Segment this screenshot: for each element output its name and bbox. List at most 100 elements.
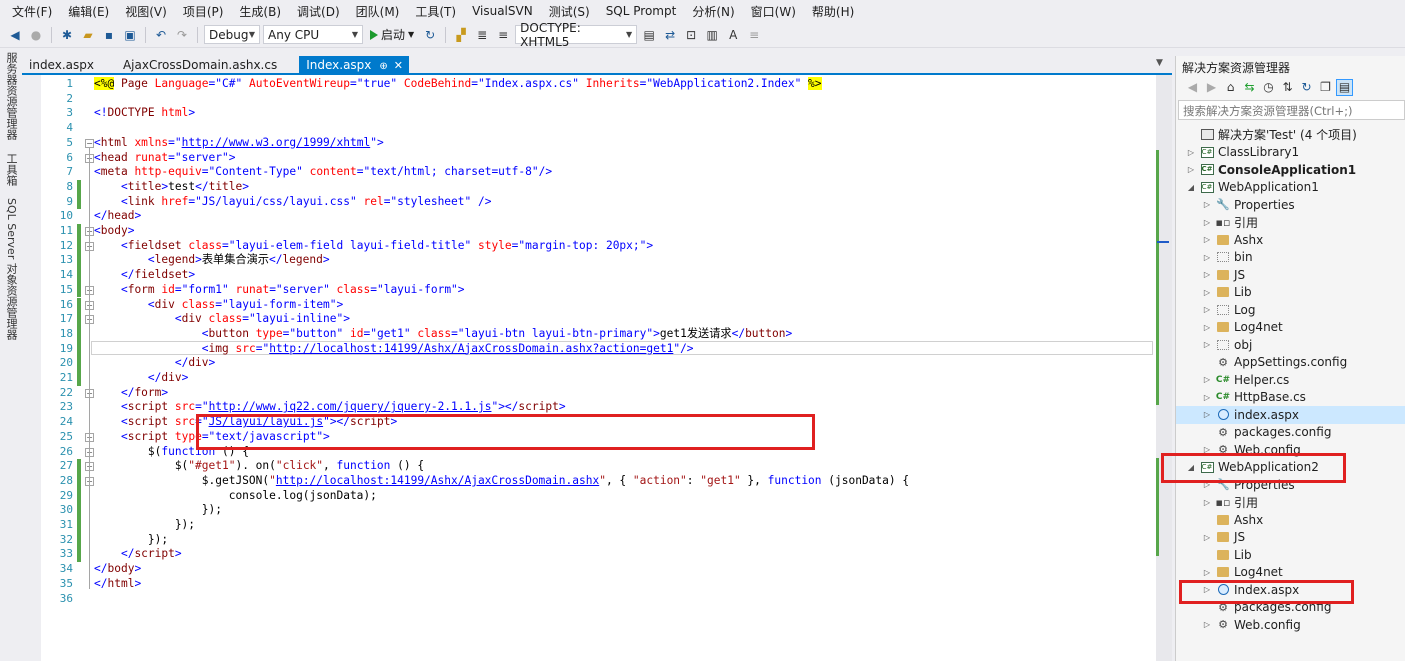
forward-icon[interactable]: ▶ — [1203, 79, 1220, 96]
screenshot-icon[interactable]: ⊡ — [682, 26, 700, 44]
refresh-icon[interactable]: ↻ — [1298, 79, 1315, 96]
tree-item[interactable]: ▷ JS — [1176, 266, 1405, 284]
tab-index-aspx-active[interactable]: Index.aspx ⊕ ✕ — [299, 56, 410, 74]
collapsed-arrow-icon[interactable]: ▷ — [1202, 200, 1212, 209]
collapsed-arrow-icon[interactable]: ▷ — [1202, 568, 1212, 577]
open-file-icon[interactable]: ▰ — [79, 26, 97, 44]
pin-icon[interactable]: ⊕ — [379, 61, 387, 72]
collapsed-arrow-icon[interactable]: ▷ — [1202, 410, 1212, 419]
solution-explorer-search-input[interactable]: 搜索解决方案资源管理器(Ctrl+;) — [1178, 100, 1405, 120]
tree-item[interactable]: ◢ C# WebApplication1 — [1176, 179, 1405, 197]
menu-item[interactable]: 调试(D) — [289, 3, 348, 20]
comment-icon[interactable]: ≣ — [473, 26, 491, 44]
collapsed-arrow-icon[interactable]: ▷ — [1202, 620, 1212, 629]
collapsed-arrow-icon[interactable]: ▷ — [1202, 218, 1212, 227]
tree-item[interactable]: ▷ 🔧 Properties — [1176, 196, 1405, 214]
collapsed-arrow-icon[interactable]: ▷ — [1186, 148, 1196, 157]
collapsed-arrow-icon[interactable]: ▷ — [1202, 375, 1212, 384]
menu-item[interactable]: 项目(P) — [175, 3, 232, 20]
expanded-arrow-icon[interactable]: ◢ — [1186, 183, 1196, 192]
tab-index-aspx[interactable]: index.aspx — [22, 56, 102, 74]
tree-item[interactable]: ▷ Ashx — [1176, 231, 1405, 249]
home-icon[interactable]: ⌂ — [1222, 79, 1239, 96]
collapsed-arrow-icon[interactable]: ▷ — [1202, 288, 1212, 297]
tree-item[interactable]: Ashx — [1176, 511, 1405, 529]
save-all-icon[interactable]: ▣ — [121, 26, 139, 44]
refresh-icon[interactable]: ↻ — [421, 26, 439, 44]
solution-platform-select[interactable]: Any CPU ▼ — [263, 25, 363, 44]
menu-item[interactable]: SQL Prompt — [598, 4, 685, 18]
collapsed-arrow-icon[interactable]: ▷ — [1202, 235, 1212, 244]
menu-item[interactable]: 文件(F) — [4, 3, 60, 20]
menu-item[interactable]: 视图(V) — [117, 3, 175, 20]
code-editor[interactable]: 12345−6−7891011−12−131415−16−17−18192021… — [41, 75, 1156, 661]
pending-changes-icon[interactable]: ◷ — [1260, 79, 1277, 96]
tree-item[interactable]: ▷ C# HttpBase.cs — [1176, 389, 1405, 407]
browser-link-icon[interactable]: ⇄ — [661, 26, 679, 44]
back-icon[interactable]: ◀ — [1184, 79, 1201, 96]
sync-icon[interactable]: ⇆ — [1241, 79, 1258, 96]
tree-item[interactable]: ▷ Log4net — [1176, 319, 1405, 337]
menu-item[interactable]: 分析(N) — [684, 3, 742, 20]
font-size-icon[interactable]: A — [724, 26, 742, 44]
editor-vertical-scrollbar[interactable] — [1156, 75, 1172, 661]
new-project-icon[interactable]: ✱ — [58, 26, 76, 44]
format-icon[interactable]: ≡ — [745, 26, 763, 44]
collapse-icon[interactable]: − — [85, 138, 94, 148]
tree-item[interactable]: ▷ ▪▫ 引用 — [1176, 494, 1405, 512]
navigate-back-icon[interactable]: ◀ — [6, 26, 24, 44]
switch-views-icon[interactable]: ⇅ — [1279, 79, 1296, 96]
menu-item[interactable]: 窗口(W) — [743, 3, 804, 20]
save-icon[interactable]: ▪ — [100, 26, 118, 44]
navigate-forward-icon[interactable]: ● — [27, 26, 45, 44]
collapsed-arrow-icon[interactable]: ▷ — [1202, 270, 1212, 279]
tab-overflow-menu-icon[interactable]: ▼ — [1156, 58, 1163, 68]
tree-item[interactable]: 解决方案'Test' (4 个项目) — [1176, 126, 1405, 144]
uncomment-icon[interactable]: ≡ — [494, 26, 512, 44]
tree-item[interactable]: ▷ index.aspx — [1176, 406, 1405, 424]
server-explorer-tab[interactable]: 服务器资源管理器 — [3, 52, 19, 140]
menu-item[interactable]: 编辑(E) — [60, 3, 117, 20]
menu-item[interactable]: VisualSVN — [464, 4, 541, 18]
collapsed-arrow-icon[interactable]: ▷ — [1202, 340, 1212, 349]
tree-item[interactable]: ▷ Lib — [1176, 284, 1405, 302]
tree-item[interactable]: ⚙ packages.config — [1176, 424, 1405, 442]
redo-icon[interactable]: ↷ — [173, 26, 191, 44]
tree-item[interactable]: ▷ C# ClassLibrary1 — [1176, 144, 1405, 162]
tree-item[interactable]: ▷ JS — [1176, 529, 1405, 547]
tree-item[interactable]: ▷ ⚙ Web.config — [1176, 616, 1405, 634]
document-icon[interactable]: ▤ — [640, 26, 658, 44]
close-icon[interactable]: ✕ — [394, 59, 403, 72]
toolbox-tab[interactable]: 工具箱 — [3, 153, 19, 186]
bookmark-icon[interactable]: ▥ — [703, 26, 721, 44]
menu-item[interactable]: 测试(S) — [541, 3, 598, 20]
tree-item[interactable]: Lib — [1176, 546, 1405, 564]
tree-item[interactable]: ▷ C# Helper.cs — [1176, 371, 1405, 389]
tree-item[interactable]: ▷ Log4net — [1176, 564, 1405, 582]
breakpoint-icon[interactable]: ▞ — [452, 26, 470, 44]
undo-icon[interactable]: ↶ — [152, 26, 170, 44]
menu-item[interactable]: 团队(M) — [348, 3, 408, 20]
collapsed-arrow-icon[interactable]: ▷ — [1202, 253, 1212, 262]
tree-item[interactable]: ⚙ AppSettings.config — [1176, 354, 1405, 372]
collapsed-arrow-icon[interactable]: ▷ — [1186, 165, 1196, 174]
menu-item[interactable]: 工具(T) — [407, 3, 464, 20]
solution-configuration-select[interactable]: Debug ▼ — [204, 25, 260, 44]
tab-ajaxcrossdomain-ashx-cs[interactable]: AjaxCrossDomain.ashx.cs — [116, 56, 285, 74]
collapse-all-icon[interactable]: ❐ — [1317, 79, 1334, 96]
doctype-select[interactable]: DOCTYPE: XHTML5 ▼ — [515, 21, 638, 49]
start-debugging-button[interactable]: 启动 ▼ — [366, 26, 418, 43]
collapsed-arrow-icon[interactable]: ▷ — [1202, 323, 1212, 332]
show-all-files-icon[interactable]: ▤ — [1336, 78, 1353, 96]
tree-item[interactable]: ▷ ▪▫ 引用 — [1176, 214, 1405, 232]
menu-item[interactable]: 生成(B) — [231, 3, 289, 20]
tree-item[interactable]: ▷ obj — [1176, 336, 1405, 354]
collapsed-arrow-icon[interactable]: ▷ — [1202, 305, 1212, 314]
collapsed-arrow-icon[interactable]: ▷ — [1202, 533, 1212, 542]
collapsed-arrow-icon[interactable]: ▷ — [1202, 498, 1212, 507]
tree-item[interactable]: ▷ Log — [1176, 301, 1405, 319]
sql-server-object-explorer-tab[interactable]: SQL Server 对象资源管理器 — [3, 198, 19, 340]
collapsed-arrow-icon[interactable]: ▷ — [1202, 393, 1212, 402]
menu-item[interactable]: 帮助(H) — [804, 3, 862, 20]
tree-item[interactable]: ▷ C# ConsoleApplication1 — [1176, 161, 1405, 179]
